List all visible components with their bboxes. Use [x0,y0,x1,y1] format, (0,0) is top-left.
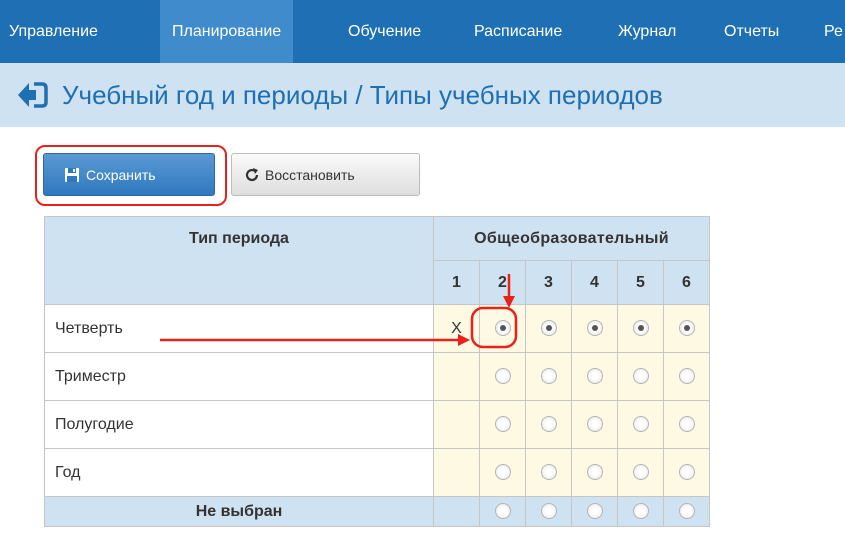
top-navigation: Управление Планирование Обучение Расписа… [0,0,845,63]
refresh-icon [245,167,259,181]
radio-year-grade-3[interactable] [540,464,557,481]
radio-none-grade-5[interactable] [632,503,649,520]
radio-none-grade-3[interactable] [540,503,557,520]
radio-none-grade-6[interactable] [678,503,695,520]
grade-1-cell [433,400,480,449]
table-row: Четверть X [44,304,710,353]
radio-trimester-grade-3[interactable] [540,368,557,385]
radio-quarter-grade-4[interactable] [586,320,603,337]
nav-item-reports[interactable]: Отчеты [712,0,791,63]
radio-quarter-grade-6[interactable] [678,320,695,337]
table-row: Полугодие [44,400,710,449]
radio-quarter-grade-5[interactable] [632,320,649,337]
radio-half-year-grade-2[interactable] [494,416,511,433]
radio-trimester-grade-6[interactable] [678,368,695,385]
nav-item-management[interactable]: Управление [0,0,112,63]
save-button-label: Сохранить [86,166,156,183]
radio-half-year-grade-4[interactable] [586,416,603,433]
nav-item-learning[interactable]: Обучение [336,0,433,63]
radio-half-year-grade-5[interactable] [632,416,649,433]
radio-year-grade-2[interactable] [494,464,511,481]
column-number-1: 1 [433,260,480,305]
back-arrow-icon[interactable] [16,80,48,110]
radio-trimester-grade-2[interactable] [494,368,511,385]
radio-year-grade-5[interactable] [632,464,649,481]
column-header-period-type: Тип периода [44,216,434,305]
radio-year-grade-4[interactable] [586,464,603,481]
table-row: Год [44,448,710,497]
grade-1-cell: X [433,304,480,353]
column-number-4: 4 [571,260,618,305]
table-row: Не выбран [44,496,710,527]
row-label-year: Год [44,448,434,497]
row-label-quarter: Четверть [44,304,434,353]
row-label-not-selected: Не выбран [44,496,434,527]
grade-1-cell [433,352,480,401]
row-label-trimester: Триместр [44,352,434,401]
grade-1-cell [433,448,480,497]
nav-item-planning[interactable]: Планирование [160,0,294,63]
column-number-6: 6 [663,260,710,305]
save-button[interactable]: Сохранить [43,153,215,196]
nav-item-journal[interactable]: Журнал [606,0,688,63]
save-icon [65,167,79,182]
column-number-2: 2 [479,260,526,305]
period-types-table: Тип периода Общеобразовательный 1 2 3 4 … [44,216,710,527]
restore-button-label: Восстановить [265,166,355,183]
radio-half-year-grade-3[interactable] [540,416,557,433]
grade-1-cell [433,496,480,527]
nav-item-schedule[interactable]: Расписание [462,0,574,63]
restore-button[interactable]: Восстановить [231,153,420,196]
radio-trimester-grade-4[interactable] [586,368,603,385]
fixed-mark: X [451,319,462,337]
table-row: Триместр [44,352,710,401]
column-number-5: 5 [617,260,664,305]
radio-none-grade-4[interactable] [586,503,603,520]
radio-quarter-grade-2[interactable] [494,320,511,337]
radio-half-year-grade-6[interactable] [678,416,695,433]
radio-trimester-grade-5[interactable] [632,368,649,385]
page-title: Учебный год и периоды / Типы учебных пер… [62,80,663,110]
title-bar: Учебный год и периоды / Типы учебных пер… [0,63,845,127]
row-label-half-year: Полугодие [44,400,434,449]
nav-item-more[interactable]: Ре [812,0,845,63]
radio-none-grade-2[interactable] [494,503,511,520]
column-header-general-education: Общеобразовательный [433,216,710,261]
column-number-3: 3 [525,260,572,305]
radio-quarter-grade-3[interactable] [540,320,557,337]
radio-year-grade-6[interactable] [678,464,695,481]
